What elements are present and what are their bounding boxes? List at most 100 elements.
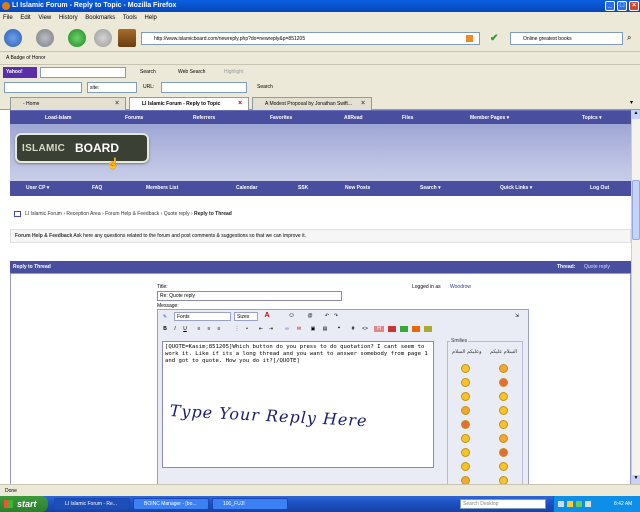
hash-icon[interactable]: # [350, 326, 356, 332]
tray-icon[interactable] [567, 501, 573, 507]
smiley-icon[interactable] [499, 448, 508, 457]
highlight-button[interactable]: Highlight [224, 67, 243, 78]
smiley-icon[interactable] [461, 364, 470, 373]
smiley-icon[interactable] [461, 448, 470, 457]
email-link-icon[interactable]: ✉ [296, 326, 302, 332]
resize-icon[interactable]: ⇲ [514, 313, 520, 319]
tab-list-icon[interactable]: ▾ [630, 99, 633, 106]
nav-search[interactable]: Search ▾ [420, 181, 441, 196]
image-icon[interactable]: ▣ [310, 326, 316, 332]
query-input[interactable] [4, 82, 82, 93]
italic-icon[interactable]: I [172, 326, 178, 332]
nav-faq[interactable]: FAQ [92, 181, 102, 196]
video-icon[interactable]: ▤ [322, 326, 328, 332]
smiley-icon[interactable] [499, 462, 508, 471]
nav-load-islam[interactable]: Load-Islam [45, 111, 71, 125]
smiley-icon[interactable] [499, 392, 508, 401]
align-right-icon[interactable]: ≡ [216, 326, 222, 332]
menu-history[interactable]: History [59, 15, 78, 21]
smiley-icon[interactable] [461, 434, 470, 443]
reload-icon[interactable] [68, 29, 86, 47]
site-select[interactable]: site: [87, 82, 137, 93]
switch-mode-icon[interactable]: ✎ [162, 314, 168, 320]
desktop-search-input[interactable]: Search Desktop [460, 499, 546, 509]
menu-file[interactable]: File [3, 15, 13, 21]
smiley-icon[interactable] [499, 378, 508, 387]
smiley-icon[interactable] [499, 406, 508, 415]
site-search-button[interactable]: Search [257, 82, 273, 93]
tab-modest-proposal[interactable]: A Modest Proposal by Jonathan Swift... × [252, 97, 372, 110]
logged-in-user[interactable]: Woodrow [450, 284, 471, 290]
task-folder[interactable]: 100_FUJI [212, 498, 288, 510]
undo-icon[interactable]: ↶ [324, 313, 330, 319]
outdent-icon[interactable]: ⇤ [258, 326, 264, 332]
size-select[interactable]: Sizes [234, 312, 258, 321]
search-field[interactable]: Online greatest books [510, 32, 623, 45]
tray-icon[interactable] [558, 501, 564, 507]
align-left-icon[interactable]: ≡ [196, 326, 202, 332]
font-select[interactable]: Fonts [174, 312, 231, 321]
message-textarea[interactable]: [QUOTE=Kasim;851205]Which button do you … [162, 341, 434, 468]
bookmark-item[interactable]: A Badge of Honor [6, 55, 45, 61]
minimize-button[interactable]: _ [605, 1, 615, 11]
nav-topics[interactable]: Topics ▾ [582, 111, 602, 125]
yahoo-logo[interactable]: Yahoo! [3, 67, 37, 78]
nav-new-posts[interactable]: New Posts [345, 181, 370, 196]
nav-referrers[interactable]: Referrers [193, 111, 215, 125]
nav-user-cp[interactable]: User CP ▾ [26, 181, 49, 196]
quote-icon[interactable]: ❝ [336, 326, 342, 332]
tray-icon[interactable] [576, 501, 582, 507]
tab-close-icon[interactable]: × [115, 100, 122, 108]
tab-close-icon[interactable]: × [361, 100, 368, 108]
html-icon[interactable]: H [374, 326, 384, 332]
task-boinc[interactable]: BOINC Manager - [bo... [133, 498, 209, 510]
scroll-down-arrow-icon[interactable]: ▼ [632, 475, 640, 484]
vertical-scrollbar[interactable]: ▲ ▼ [631, 110, 640, 484]
nav-favorites[interactable]: Favorites [270, 111, 292, 125]
text-color-icon[interactable]: A [264, 312, 270, 319]
tray-icon[interactable] [585, 501, 591, 507]
tag-icon[interactable] [400, 326, 408, 332]
menu-bookmarks[interactable]: Bookmarks [85, 15, 115, 21]
breadcrumb-item[interactable]: LI Islamic Forum [25, 211, 62, 217]
clock[interactable]: 8:42 AM [614, 496, 632, 512]
redo-icon[interactable]: ↷ [333, 313, 339, 319]
address-bar[interactable]: http://www.islamicboard.com/newreply.php… [141, 32, 480, 45]
home-icon[interactable] [118, 29, 136, 47]
nav-member-pages[interactable]: Member Pages ▾ [470, 111, 509, 125]
tab-reply-to-topic[interactable]: LI Islamic Forum - Reply to Topic × [129, 97, 249, 111]
bold-icon[interactable]: B [162, 326, 168, 332]
breadcrumb-item[interactable]: Quote reply [164, 211, 190, 217]
forum-name[interactable]: Forum Help & Feedback [15, 233, 72, 239]
align-center-icon[interactable]: ≡ [206, 326, 212, 332]
breadcrumb-item[interactable]: Forum Help & Feedback [105, 211, 159, 217]
breadcrumb-item[interactable]: Reception Area [66, 211, 100, 217]
unordered-list-icon[interactable]: • [244, 326, 250, 332]
go-icon[interactable]: ✔ [490, 33, 498, 44]
stop-icon[interactable] [94, 29, 112, 47]
tag-icon[interactable] [412, 326, 420, 332]
smiley-icon[interactable] [461, 378, 470, 387]
tab-close-icon[interactable]: × [238, 100, 245, 108]
smiley-icon[interactable] [461, 476, 470, 484]
underline-icon[interactable]: U [182, 326, 188, 332]
nav-calendar[interactable]: Calendar [236, 181, 257, 196]
nav-log-out[interactable]: Log Out [590, 181, 609, 196]
magnifier-icon[interactable]: ⌕ [627, 33, 631, 43]
title-input[interactable]: Re: Quote reply [157, 291, 342, 301]
forward-arrow-icon[interactable] [36, 29, 54, 47]
nav-allread[interactable]: AllRead [344, 111, 363, 125]
tag-icon[interactable] [388, 326, 396, 332]
rss-feed-icon[interactable] [466, 35, 473, 42]
tag-icon[interactable] [424, 326, 432, 332]
smiley-icon[interactable] [461, 406, 470, 415]
smiley-icon[interactable] [499, 420, 508, 429]
scroll-thumb[interactable] [632, 180, 640, 240]
menu-help[interactable]: Help [145, 15, 157, 21]
nav-files[interactable]: Files [402, 111, 413, 125]
indent-icon[interactable]: ⇥ [268, 326, 274, 332]
smiley-icon[interactable] [499, 476, 508, 484]
close-button[interactable]: × [629, 1, 639, 11]
url-select[interactable] [161, 82, 247, 93]
smiley-icon[interactable] [499, 364, 508, 373]
